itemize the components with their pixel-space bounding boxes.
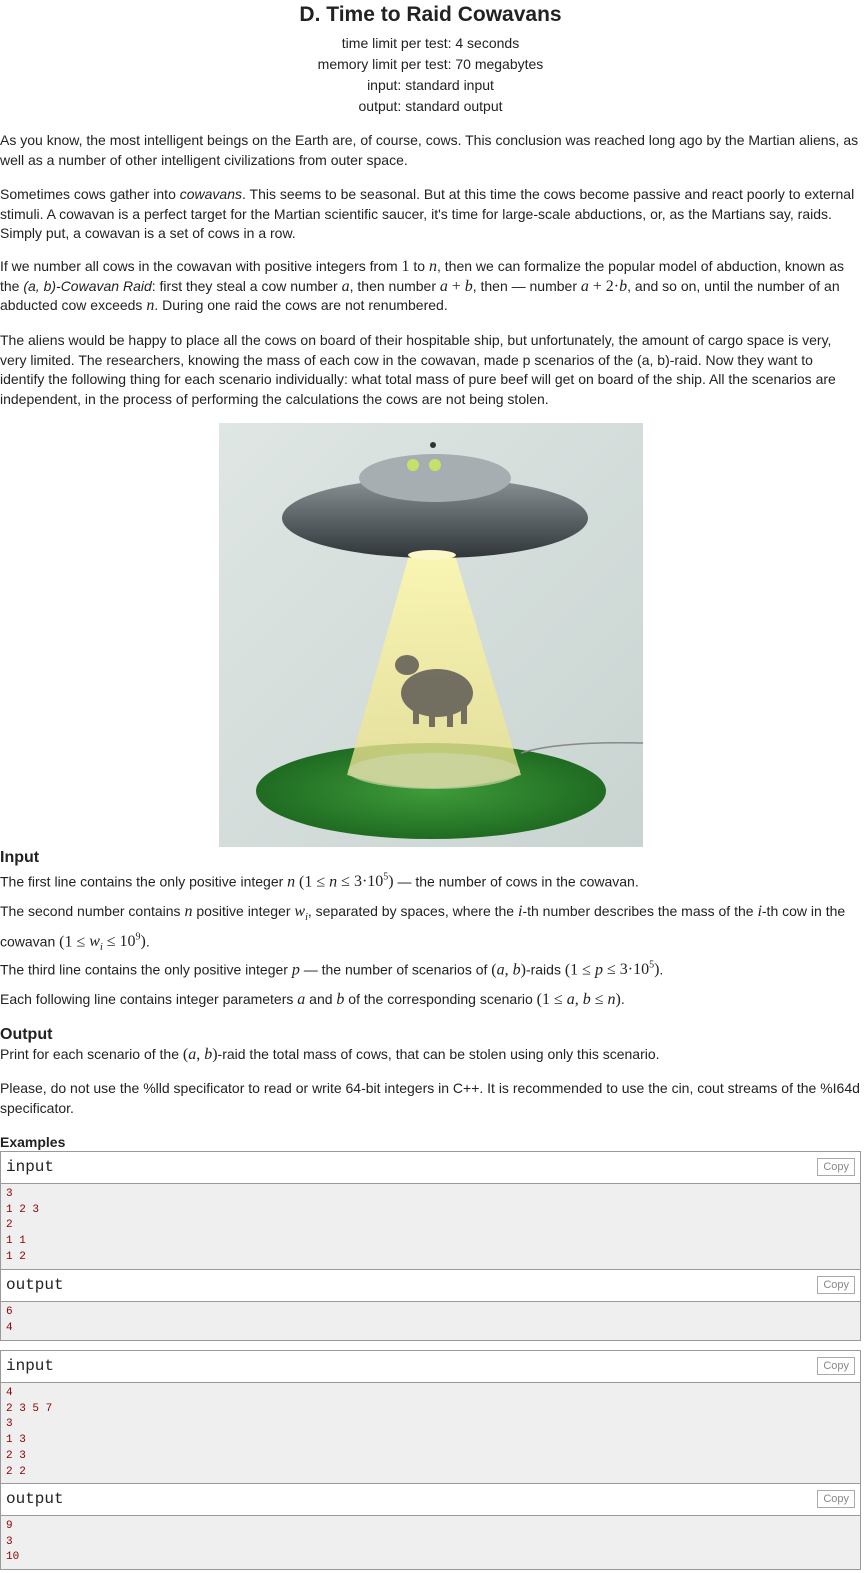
- example-2-input-header: input Copy: [1, 1351, 860, 1383]
- output-label: output: [6, 1490, 64, 1508]
- statement-paragraph-2: Sometimes cows gather into cowavans. Thi…: [0, 185, 861, 244]
- input-line-1: The first line contains the only positiv…: [0, 872, 639, 891]
- copy-button[interactable]: Copy: [817, 1490, 855, 1508]
- output-label: output: [6, 1276, 64, 1294]
- example-2-output-header: output Copy: [1, 1484, 860, 1516]
- output-line-1: Print for each scenario of the (a, b)-ra…: [0, 1046, 660, 1063]
- output-spec: output: standard output: [358, 98, 503, 114]
- example-1-input: 3 1 2 3 2 1 1 1 2: [1, 1184, 860, 1270]
- output-line-2: Please, do not use the %lld specificator…: [0, 1080, 860, 1116]
- example-1-input-header: input Copy: [1, 1152, 860, 1184]
- examples-heading: Examples: [0, 1134, 66, 1150]
- statement-paragraph-3: If we number all cows in the cowavan wit…: [0, 258, 845, 314]
- input-label: input: [6, 1158, 55, 1176]
- problem-title: D. Time to Raid Cowavans: [299, 3, 562, 26]
- statement-paragraph-1: As you know, the most intelligent beings…: [0, 132, 859, 168]
- time-limit: time limit per test: 4 seconds: [341, 35, 520, 51]
- input-line-3: The third line contains the only positiv…: [0, 960, 664, 979]
- copy-button[interactable]: Copy: [817, 1158, 855, 1176]
- cowavans-term: cowavans: [179, 186, 243, 202]
- input-heading: Input: [0, 849, 40, 866]
- example-2-output: 9 3 10: [1, 1516, 860, 1569]
- example-1-output: 6 4: [1, 1302, 860, 1340]
- example-2-input: 4 2 3 5 7 3 1 3 2 3 2 2: [1, 1383, 860, 1484]
- example-2: input Copy 4 2 3 5 7 3 1 3 2 3 2 2 outpu…: [0, 1350, 861, 1570]
- example-1-output-header: output Copy: [1, 1270, 860, 1302]
- statement-paragraph-4: The aliens would be happy to place all t…: [0, 332, 836, 407]
- input-label: input: [6, 1357, 55, 1375]
- input-line-2: The second number contains n positive in…: [0, 903, 846, 954]
- saucer-light-right: [429, 459, 441, 471]
- text-part: Sometimes cows gather into: [0, 186, 180, 202]
- copy-button[interactable]: Copy: [817, 1357, 855, 1375]
- saucer-light-left: [407, 459, 419, 471]
- example-1: input Copy 3 1 2 3 2 1 1 1 2 output Copy…: [0, 1151, 861, 1341]
- memory-limit: memory limit per test: 70 megabytes: [317, 56, 544, 72]
- beam-floor: [348, 753, 520, 789]
- saucer-antenna: [430, 442, 436, 448]
- copy-button[interactable]: Copy: [817, 1276, 855, 1294]
- ufo-cow-illustration: [219, 423, 643, 847]
- input-line-4: Each following line contains integer par…: [0, 991, 625, 1008]
- input-spec: input: standard input: [367, 77, 494, 93]
- saucer-bottom: [408, 550, 456, 560]
- output-heading: Output: [0, 1026, 53, 1043]
